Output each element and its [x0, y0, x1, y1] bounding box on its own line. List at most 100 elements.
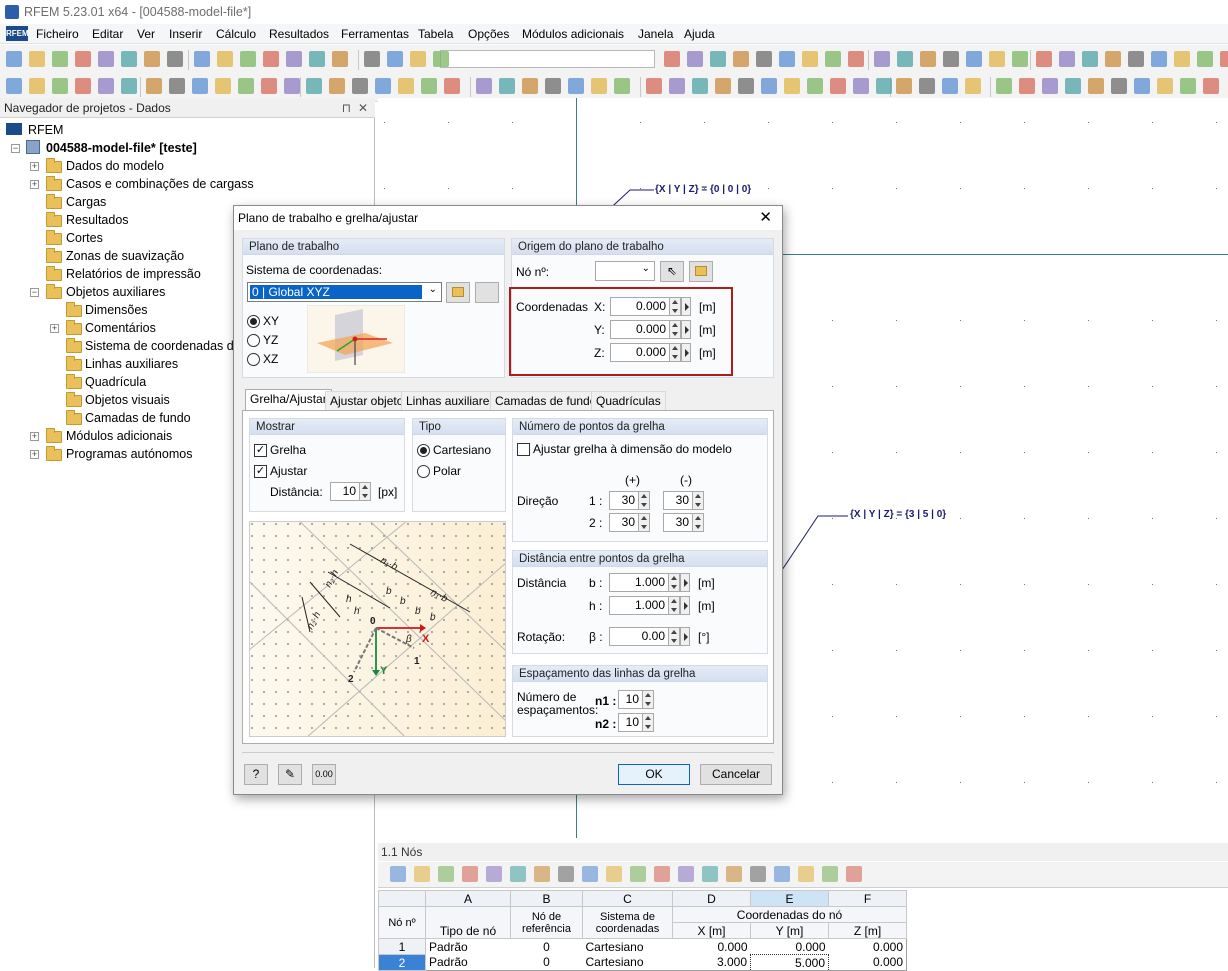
toolbar-button-icon[interactable] [1174, 51, 1190, 67]
rotation-beta-input[interactable]: 0.00 [609, 627, 669, 646]
tree-item-standalone-programs[interactable]: Programas autónomos [66, 445, 192, 463]
tab-grids[interactable]: Quadrículas [591, 391, 666, 410]
table-tool-icon[interactable] [702, 866, 718, 882]
load-case-dropdown[interactable] [440, 50, 655, 68]
origin-x-input[interactable]: 0.000 [610, 297, 670, 316]
toolbar-button-icon[interactable] [263, 51, 279, 67]
table-tool-icon[interactable] [726, 866, 742, 882]
dialog-close-icon[interactable]: ✕ [759, 206, 772, 230]
toolbar-button-icon[interactable] [6, 78, 22, 94]
grid-b-spinner[interactable] [668, 573, 680, 592]
table-tool-icon[interactable] [462, 866, 478, 882]
cell-y[interactable]: 5.000 [750, 954, 829, 971]
toolbar-button-icon[interactable] [920, 51, 936, 67]
toolbar-button-icon[interactable] [75, 78, 91, 94]
menu-options[interactable]: Opções [468, 27, 509, 41]
dir2-minus-input[interactable]: 30 [663, 513, 693, 532]
toolbar-button-icon[interactable] [364, 51, 380, 67]
n1-input[interactable]: 10 [618, 690, 643, 709]
table-tool-icon[interactable] [750, 866, 766, 882]
toolbar-button-icon[interactable] [476, 78, 492, 94]
edit-button[interactable]: ✎ [278, 764, 302, 785]
tree-item-loads[interactable]: Cargas [66, 193, 106, 211]
snap-checkbox[interactable]: ✓ [254, 465, 267, 478]
n2-input[interactable]: 10 [618, 713, 643, 732]
toolbar-button-icon[interactable] [664, 51, 680, 67]
tree-project[interactable]: 004588-model-file* [teste] [26, 139, 197, 157]
toolbar-button-icon[interactable] [387, 51, 403, 67]
table-tool-icon[interactable] [774, 866, 790, 882]
toolbar-button-icon[interactable] [1111, 78, 1127, 94]
col-header-b[interactable]: B [510, 890, 583, 907]
toolbar-button-icon[interactable] [98, 78, 114, 94]
menu-file[interactable]: Ficheiro [36, 27, 79, 41]
toolbar-button-icon[interactable] [733, 51, 749, 67]
tab-guidelines[interactable]: Linhas auxiliares [401, 391, 501, 410]
expand-icon[interactable]: + [30, 180, 39, 189]
table-tool-icon[interactable] [582, 866, 598, 882]
toolbar-button-icon[interactable] [309, 51, 325, 67]
toolbar-button-icon[interactable] [876, 78, 892, 94]
expand-icon[interactable]: + [30, 432, 39, 441]
tree-subitem-user-cs[interactable]: Sistema de coordenadas def [85, 337, 244, 355]
pin-icon[interactable]: ⊓ [342, 98, 351, 118]
toolbar-button-icon[interactable] [853, 78, 869, 94]
dir1-minus-spinner[interactable] [692, 491, 704, 510]
toolbar-button-icon[interactable] [398, 78, 414, 94]
menu-insert[interactable]: Inserir [169, 27, 202, 41]
table-tool-icon[interactable] [414, 866, 430, 882]
toolbar-button-icon[interactable] [421, 78, 437, 94]
toolbar-button-icon[interactable] [943, 51, 959, 67]
cell-ref[interactable]: 0 [511, 955, 583, 971]
close-icon[interactable]: ✕ [358, 98, 368, 118]
grid-h-spinner[interactable] [668, 596, 680, 615]
grid-h-pick-arrow[interactable] [680, 596, 690, 615]
col-header-e[interactable]: E [750, 890, 829, 907]
pick-node-button[interactable]: ⇖ [660, 261, 684, 282]
snap-distance-spinner[interactable] [359, 482, 371, 501]
origin-x-pick-arrow[interactable] [681, 297, 691, 316]
toolbar-button-icon[interactable] [444, 78, 460, 94]
toolbar-button-icon[interactable] [240, 51, 256, 67]
dir1-plus-spinner[interactable] [638, 491, 650, 510]
toolbar-button-icon[interactable] [121, 51, 137, 67]
origin-z-pick-arrow[interactable] [681, 343, 691, 362]
expand-icon[interactable]: + [50, 324, 59, 333]
toolbar-button-icon[interactable] [1128, 51, 1144, 67]
toolbar-button-icon[interactable] [568, 78, 584, 94]
toolbar-button-icon[interactable] [375, 78, 391, 94]
row-number[interactable]: 2 [378, 954, 426, 971]
cell-cs[interactable]: Cartesiano [583, 955, 673, 971]
origin-y-spinner[interactable] [669, 320, 681, 339]
grid-checkbox[interactable]: ✓ [254, 444, 267, 457]
origin-y-input[interactable]: 0.000 [610, 320, 670, 339]
rotation-beta-pick-arrow[interactable] [680, 627, 690, 646]
grid-h-input[interactable]: 1.000 [609, 596, 669, 615]
toolbar-button-icon[interactable] [1088, 78, 1104, 94]
table-tool-icon[interactable] [654, 866, 670, 882]
tree-item-sections[interactable]: Cortes [66, 229, 103, 247]
origin-z-spinner[interactable] [669, 343, 681, 362]
table-tool-icon[interactable] [534, 866, 550, 882]
toolbar-button-icon[interactable] [830, 78, 846, 94]
col-header-d[interactable]: D [672, 890, 751, 907]
toolbar-button-icon[interactable] [1151, 51, 1167, 67]
dir2-plus-input[interactable]: 30 [609, 513, 639, 532]
toolbar-button-icon[interactable] [52, 78, 68, 94]
toolbar-button-icon[interactable] [779, 51, 795, 67]
toolbar-button-icon[interactable] [896, 78, 912, 94]
toolbar-button-icon[interactable] [825, 51, 841, 67]
polar-radio[interactable] [417, 465, 430, 478]
toolbar-button-icon[interactable] [6, 51, 22, 67]
toolbar-button-icon[interactable] [897, 51, 913, 67]
tab-background-layers[interactable]: Camadas de fundo [490, 391, 602, 410]
dir1-plus-input[interactable]: 30 [609, 491, 639, 510]
toolbar-button-icon[interactable] [874, 51, 890, 67]
toolbar-button-icon[interactable] [522, 78, 538, 94]
tree-item-model-data[interactable]: Dados do modelo [66, 157, 164, 175]
ok-button[interactable]: OK [618, 764, 690, 785]
dir2-minus-spinner[interactable] [692, 513, 704, 532]
new-cs-button[interactable] [446, 282, 470, 303]
table-tool-icon[interactable] [822, 866, 838, 882]
table-tool-icon[interactable] [846, 866, 862, 882]
